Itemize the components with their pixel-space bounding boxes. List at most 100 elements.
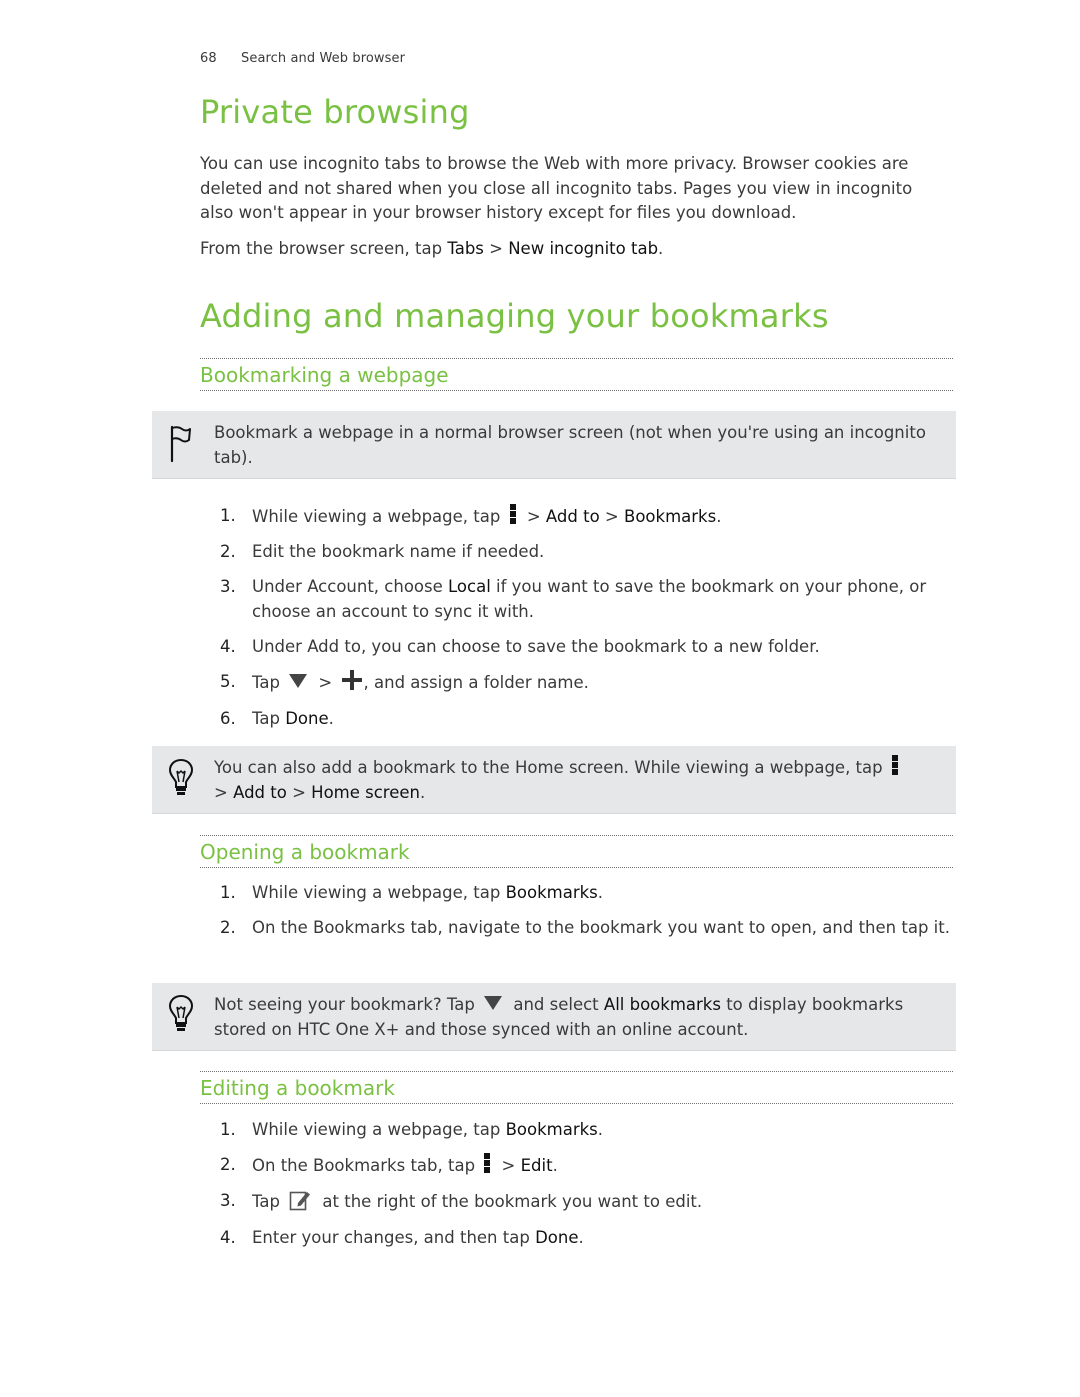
period: . [597, 1120, 604, 1139]
tip-text-part: and select [508, 995, 604, 1014]
heading-bookmarks: Adding and managing your bookmarks [200, 297, 829, 335]
editing-steps: 1. While viewing a webpage, tap Bookmarks… [200, 1118, 950, 1261]
new-incognito-tab-label: New incognito tab [508, 239, 659, 258]
bookmarks-label: Bookmarks [624, 507, 717, 526]
private-browsing-instruction: From the browser screen, tap Tabs > New … [200, 237, 950, 262]
step-text: Enter your changes, and then tap [252, 1227, 536, 1247]
tip-text: Not seeing your bookmark? Tap and select… [214, 992, 944, 1042]
opening-steps: 1. While viewing a webpage, tap Bookmarks… [200, 881, 950, 951]
section-name: Search and Web browser [241, 51, 406, 66]
step-number: 1. [220, 883, 236, 902]
separator: > [496, 1156, 521, 1176]
subheading-bookmarking: Bookmarking a webpage [200, 358, 953, 391]
separator: > [214, 783, 234, 802]
step-text: While viewing a webpage, tap [252, 1120, 506, 1139]
edit-label: Edit [520, 1156, 553, 1176]
edit-pencil-icon [289, 1192, 311, 1211]
period: . [552, 1156, 558, 1176]
step-item: 3. Under Account, choose Local if you wan… [200, 575, 950, 624]
menu-icon [509, 504, 516, 525]
step-number: 4. [220, 637, 236, 657]
plus-icon [341, 670, 362, 691]
add-to-label: Add to [545, 507, 600, 526]
private-browsing-paragraph: You can use incognito tabs to browse the… [200, 154, 913, 223]
step-number: 3. [220, 1191, 236, 1211]
step-item: 4. Under Add to, you can choose to save t… [200, 635, 950, 660]
dropdown-triangle-icon [484, 996, 503, 1010]
step-text: Under Account, choose [252, 577, 449, 597]
separator: > [286, 783, 312, 802]
period: . [658, 239, 664, 258]
menu-icon [891, 755, 898, 776]
separator: > [599, 507, 624, 526]
step-item: 1. While viewing a webpage, tap Bookmarks… [200, 881, 950, 906]
instruction-text: From the browser screen, tap [200, 239, 448, 258]
subheading-editing: Editing a bookmark [200, 1071, 953, 1104]
step-number: 2. [220, 542, 236, 562]
period: . [420, 783, 426, 802]
note-text: Bookmark a webpage in a normal browser s… [214, 423, 926, 467]
step-text: On the Bookmarks tab, navigate to the bo… [252, 918, 950, 938]
tabs-label: Tabs [447, 239, 484, 258]
tip-text-part: Not seeing your bookmark? Tap [214, 995, 481, 1014]
step-number: 4. [220, 1227, 236, 1247]
dropdown-triangle-icon [289, 674, 308, 689]
heading-private-browsing: Private browsing [200, 93, 470, 131]
step-text: While viewing a webpage, tap [252, 507, 506, 526]
step-text: Tap [252, 1192, 286, 1212]
local-label: Local [448, 577, 491, 597]
period: . [578, 1227, 584, 1247]
step-number: 5. [220, 672, 236, 692]
step-item: 2. Edit the bookmark name if needed. [200, 540, 950, 565]
step-text: at the right of the bookmark you want to… [317, 1192, 703, 1212]
step-item: 6. Tap Done. [200, 707, 950, 732]
lightbulb-icon [168, 994, 194, 1031]
lightbulb-icon [168, 758, 194, 795]
step-number: 2. [220, 918, 236, 938]
step-item: 2. On the Bookmarks tab, tap > Edit. [200, 1153, 950, 1179]
page-number: 68 [200, 51, 217, 66]
menu-icon [484, 1153, 491, 1174]
step-item: 1. While viewing a webpage, tap Bookmarks… [200, 1118, 950, 1143]
home-screen-label: Home screen [311, 783, 420, 802]
step-item: 2. On the Bookmarks tab, navigate to the … [200, 916, 950, 941]
period: . [328, 708, 334, 728]
period: . [716, 507, 722, 526]
step-item: 1. While viewing a webpage, tap > Add to … [200, 504, 950, 530]
running-header: 68 Search and Web browser [200, 51, 405, 66]
step-text: Tap [252, 708, 286, 728]
manual-page: 68 Search and Web browser Private browsin… [0, 0, 1080, 1397]
done-label: Done [535, 1227, 579, 1247]
done-label: Done [285, 708, 329, 728]
tip-box: You can also add a bookmark to the Home … [152, 746, 956, 814]
separator: > [313, 673, 338, 693]
tip-box: Not seeing your bookmark? Tap and select… [152, 983, 956, 1051]
step-number: 1. [220, 1120, 236, 1139]
step-number: 2. [220, 1155, 236, 1175]
step-text: , and assign a folder name. [363, 673, 589, 693]
bookmarks-label: Bookmarks [505, 1120, 598, 1139]
separator: > [483, 239, 509, 258]
step-number: 3. [220, 577, 236, 597]
subheading-editing-title: Editing a bookmark [200, 1076, 395, 1100]
step-text: Tap [252, 673, 286, 693]
flag-icon [170, 425, 191, 463]
subheading-opening-title: Opening a bookmark [200, 840, 410, 864]
step-text: On the Bookmarks tab, tap [252, 1156, 481, 1176]
step-text: Edit the bookmark name if needed. [252, 542, 545, 562]
step-item: 4. Enter your changes, and then tap Done. [200, 1226, 950, 1251]
step-text: Under Add to, you can choose to save the… [252, 637, 820, 657]
all-bookmarks-label: All bookmarks [603, 995, 721, 1014]
period: . [597, 883, 604, 902]
note-box: Bookmark a webpage in a normal browser s… [152, 411, 956, 479]
subheading-opening: Opening a bookmark [200, 835, 953, 868]
step-number: 1. [220, 506, 236, 525]
separator: > [521, 507, 546, 526]
step-text: While viewing a webpage, tap [252, 883, 506, 902]
tip-text: You can also add a bookmark to the Home … [214, 755, 944, 805]
bookmarking-steps: 1. While viewing a webpage, tap > Add to … [200, 504, 950, 742]
step-item: 5. Tap > , and assign a folder name. [200, 670, 950, 696]
add-to-label: Add to [233, 783, 287, 802]
tip-text-part: You can also add a bookmark to the Home … [214, 758, 888, 777]
step-number: 6. [220, 708, 236, 728]
